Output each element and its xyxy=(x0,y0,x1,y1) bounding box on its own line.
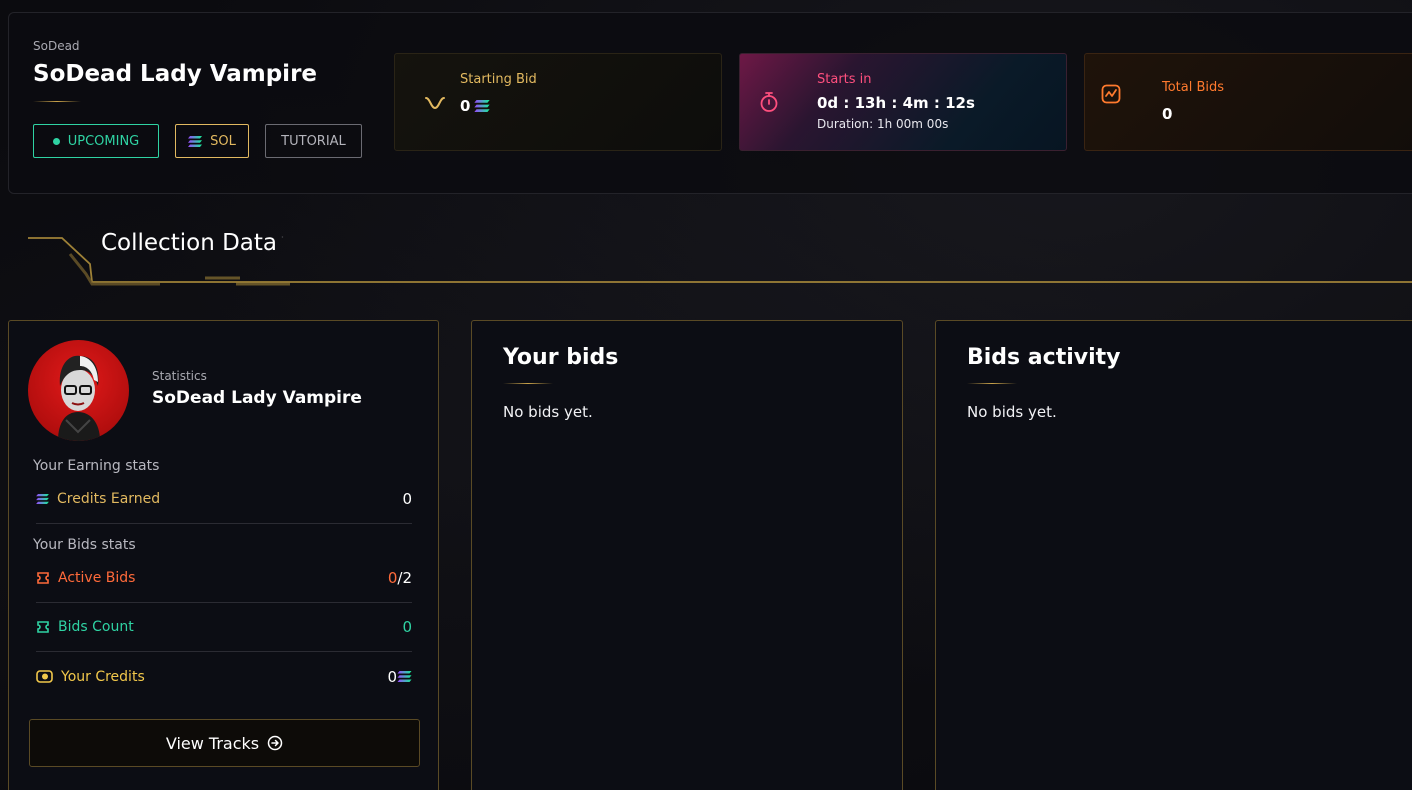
starting-bid-label: Starting Bid xyxy=(460,72,537,87)
auction-header: SoDead SoDead Lady Vampire UPCOMING SOL … xyxy=(8,12,1412,194)
your-bids-panel: Your bids No bids yet. xyxy=(471,320,903,790)
active-bids-value: 0/2 xyxy=(388,569,412,587)
starts-in-label: Starts in xyxy=(817,72,872,87)
total-bids-value: 0 xyxy=(1162,105,1173,123)
total-bids-card: Total Bids 0 xyxy=(1084,53,1412,151)
tutorial-button[interactable]: TUTORIAL xyxy=(265,124,362,158)
your-credits-value-wrap: 0 xyxy=(387,668,412,686)
currency-badge: SOL xyxy=(175,124,249,158)
credits-earned-row: Credits Earned 0 xyxy=(36,475,412,524)
your-bids-empty-text: No bids yet. xyxy=(503,403,593,421)
vampire-portrait-icon xyxy=(58,355,100,441)
your-credits-row: Your Credits 0 xyxy=(36,652,412,701)
total-bids-label: Total Bids xyxy=(1162,80,1225,95)
active-bids-row: Active Bids 0/2 xyxy=(36,554,412,603)
starting-bid-value: 0 xyxy=(460,97,471,115)
statistics-panel: Statistics SoDead Lady Vampire Your Earn… xyxy=(8,320,439,790)
arrow-right-circle-icon xyxy=(267,735,283,751)
duration-text: Duration: 1h 00m 00s xyxy=(817,117,949,131)
bids-activity-title: Bids activity xyxy=(967,345,1121,370)
active-bids-current: 0 xyxy=(387,569,398,587)
earning-stats-heading: Your Earning stats xyxy=(33,458,160,474)
section-title: Collection Data xyxy=(101,230,277,256)
active-bids-max: 2 xyxy=(402,569,412,587)
solana-icon xyxy=(188,135,203,147)
bids-activity-empty-text: No bids yet. xyxy=(967,403,1057,421)
nft-avatar xyxy=(28,340,129,441)
wallet-icon xyxy=(36,670,53,683)
solana-icon xyxy=(397,671,412,682)
your-credits-value: 0 xyxy=(387,667,397,686)
ticket-icon xyxy=(37,572,49,584)
statistics-label: Statistics xyxy=(152,369,207,383)
bids-activity-underline xyxy=(967,383,1017,384)
countdown-value: 0d : 13h : 4m : 12s xyxy=(817,94,975,112)
wave-icon xyxy=(425,97,445,110)
statistics-nft-name: SoDead Lady Vampire xyxy=(152,388,362,408)
bids-stats-heading: Your Bids stats xyxy=(33,537,136,553)
starting-bid-value-wrap: 0 xyxy=(460,97,491,115)
your-credits-label: Your Credits xyxy=(61,668,145,685)
status-dot-icon xyxy=(52,137,60,145)
solana-icon xyxy=(474,100,491,112)
ticket-icon xyxy=(37,621,49,633)
starting-bid-card: Starting Bid 0 xyxy=(394,53,722,151)
your-bids-title: Your bids xyxy=(503,345,619,370)
bids-count-label: Bids Count xyxy=(58,619,134,635)
your-bids-underline xyxy=(503,383,553,384)
starts-in-card: Starts in 0d : 13h : 4m : 12s Duration: … xyxy=(739,53,1067,151)
collection-name[interactable]: SoDead xyxy=(33,39,80,53)
view-tracks-button[interactable]: View Tracks xyxy=(29,719,420,767)
currency-badge-label: SOL xyxy=(210,133,236,149)
solana-icon xyxy=(36,494,49,504)
status-badge-label: UPCOMING xyxy=(67,133,140,149)
title-underline xyxy=(33,101,81,102)
stopwatch-icon xyxy=(760,92,778,112)
credits-earned-label: Credits Earned xyxy=(57,491,161,507)
bids-count-row: Bids Count 0 xyxy=(36,603,412,652)
credits-earned-value: 0 xyxy=(402,490,412,508)
nft-title: SoDead Lady Vampire xyxy=(33,61,318,87)
status-badge: UPCOMING xyxy=(33,124,159,158)
view-tracks-label: View Tracks xyxy=(165,733,260,753)
bids-activity-panel: Bids activity No bids yet. xyxy=(935,320,1412,790)
bids-count-value: 0 xyxy=(402,618,412,636)
tutorial-button-label: TUTORIAL xyxy=(281,133,346,149)
active-bids-label: Active Bids xyxy=(58,570,136,586)
chart-icon xyxy=(1101,84,1121,104)
